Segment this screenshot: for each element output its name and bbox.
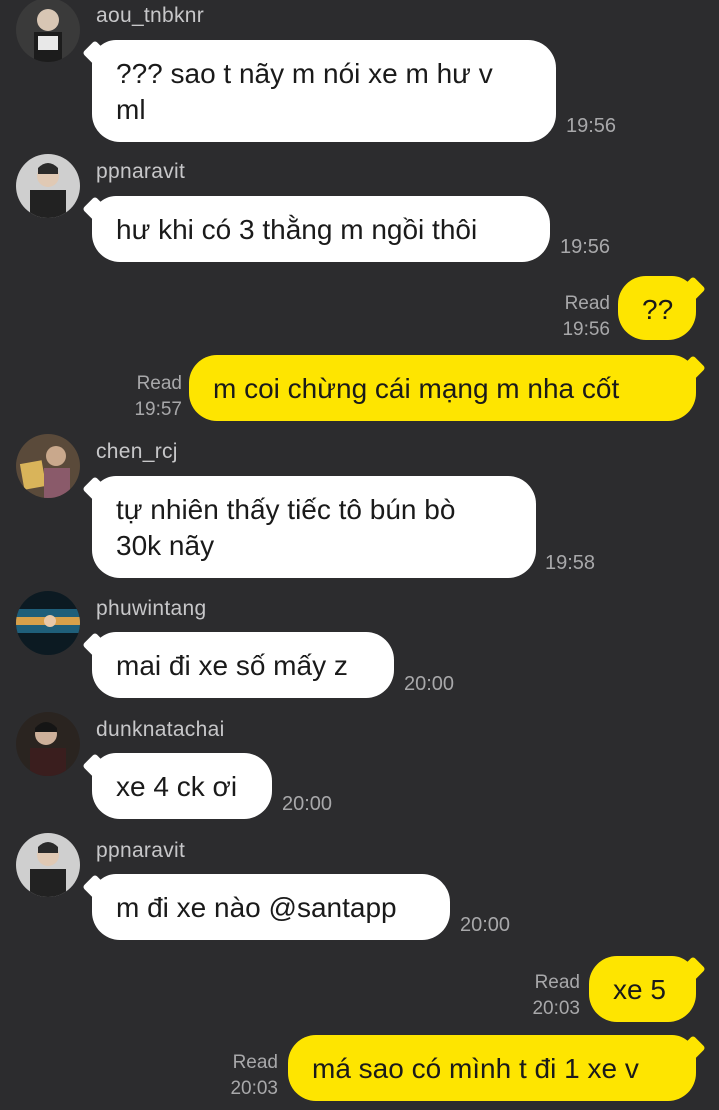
message-bubble[interactable]: mai đi xe số mấy z [92,632,394,698]
message-time: 19:58 [545,552,596,574]
message-time: 20:03 [230,1078,278,1099]
avatar-photo [16,154,80,218]
message-time: 19:56 [566,115,617,137]
read-status: Read [232,1052,278,1073]
message-bubble[interactable]: m coi chừng cái mạng m nha cốt [189,355,696,421]
sender-name[interactable]: dunknatachai [96,718,225,742]
avatar-photo [16,434,80,498]
message-bubble[interactable]: ??? sao t nãy m nói xe m hư v ml [92,40,556,142]
read-status: Read [136,373,182,394]
message-time: 20:00 [404,673,455,695]
message-meta: Read 19:57 [110,371,182,423]
avatar[interactable] [16,154,80,218]
message-time: 19:56 [562,319,610,340]
avatar[interactable] [16,434,80,498]
avatar-photo [16,712,80,776]
read-status: Read [534,972,580,993]
message-time: 19:56 [560,236,611,258]
message-bubble[interactable]: xe 4 ck ơi [92,753,272,819]
message-bubble[interactable]: tự nhiên thấy tiếc tô bún bò 30k nãy [92,476,536,578]
message-meta: Read 20:03 [206,1050,278,1102]
sender-name[interactable]: phuwintang [96,597,206,621]
message-time: 20:00 [460,914,511,936]
message-bubble[interactable]: ?? [618,276,696,340]
sender-name[interactable]: ppnaravit [96,839,185,863]
message-time: 19:57 [134,399,182,420]
sender-name[interactable]: aou_tnbknr [96,4,204,28]
avatar-photo [16,833,80,897]
avatar[interactable] [16,591,80,655]
avatar[interactable] [16,712,80,776]
message-time: 20:03 [532,998,580,1019]
message-bubble[interactable]: hư khi có 3 thằng m ngồi thôi [92,196,550,262]
avatar-photo [16,591,80,655]
message-meta: Read 20:03 [508,970,580,1022]
message-bubble[interactable]: má sao có mình t đi 1 xe v [288,1035,696,1101]
message-meta: Read 19:56 [540,291,610,343]
sender-name[interactable]: ppnaravit [96,160,185,184]
avatar-photo [16,0,80,62]
read-status: Read [564,293,610,314]
avatar[interactable] [16,0,80,62]
message-bubble[interactable]: xe 5 [589,956,696,1022]
sender-name[interactable]: chen_rcj [96,440,178,464]
message-time: 20:00 [282,793,333,815]
avatar[interactable] [16,833,80,897]
message-bubble[interactable]: m đi xe nào @santapp [92,874,450,940]
